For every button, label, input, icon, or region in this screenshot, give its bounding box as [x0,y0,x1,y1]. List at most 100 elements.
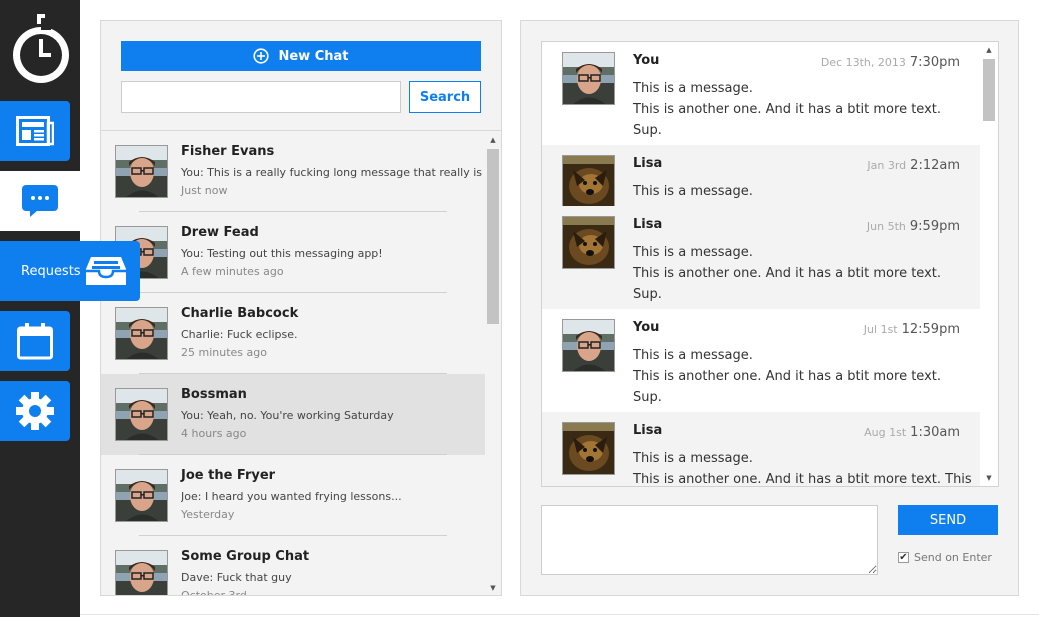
message-sender: You [633,320,660,335]
chat-list-item[interactable]: Bossman You: Yeah, no. You're working Sat… [101,374,485,455]
message-date: Jul 1st [863,323,898,336]
avatar [115,550,168,595]
avatar [562,319,615,372]
message-date: Aug 1st [864,426,907,439]
message-timestamp: Jun 5th 9:59pm [867,219,960,234]
message-text: Sup. [633,390,662,405]
news-icon [16,116,54,146]
message-text: This is another one. And it has a btit m… [633,472,972,486]
requests-label: Requests [21,263,81,279]
messaging-app: Requests New Chat Search Fisher Evans You… [0,0,1039,617]
chat-time: October 3rd [181,589,247,596]
message-body: This is a message. This is another one. A… [633,242,973,305]
scroll-down-arrow[interactable]: ▼ [485,583,501,593]
nav-requests-button[interactable]: Requests [0,241,140,301]
chat-name: Bossman [181,387,247,402]
chat-preview: Joe: I heard you wanted frying lessons..… [181,490,402,503]
avatar [115,307,168,360]
message: Lisa Jan 3rd 2:12am This is a message. [542,145,980,208]
send-button[interactable]: SEND [898,505,998,535]
nav-chat-button[interactable] [0,171,80,231]
chat-preview: You: Yeah, no. You're working Saturday [181,409,394,422]
inbox-tray-icon [86,257,126,285]
chat-bubble-icon [22,185,58,217]
send-on-enter-checkbox[interactable]: ✔ [898,552,909,563]
chat-list-item[interactable]: Charlie Babcock Charlie: Fuck eclipse. 25 … [101,293,485,374]
message-text: This is another one. And it has a btit m… [633,369,941,384]
message-date: Dec 13th, 2013 [820,56,906,69]
chat-name: Drew Fead [181,225,259,240]
scroll-down-arrow[interactable]: ▼ [980,473,998,483]
nav-news-button[interactable] [0,101,70,161]
scroll-up-arrow[interactable]: ▲ [980,45,998,55]
message-text: This is a message. [633,245,753,260]
send-on-enter-option[interactable]: ✔ Send on Enter [898,551,992,564]
search-input[interactable] [121,81,401,113]
divider [80,614,1039,615]
chat-list-item[interactable]: Some Group Chat Dave: Fuck that guy Octobe… [101,536,485,596]
new-chat-button[interactable]: New Chat [121,41,481,71]
message-text: This is a message. [633,184,753,199]
avatar [562,155,615,208]
calendar-icon [17,323,53,360]
chat-list-item[interactable]: Drew Fead You: Testing out this messaging… [101,212,485,293]
avatar [562,52,615,105]
message-sender: Lisa [633,156,663,171]
plus-circle-icon [253,48,270,64]
message-time: 12:59pm [901,322,960,337]
message-date: Jan 3rd [867,159,907,172]
chat-time: A few minutes ago [181,265,284,278]
nav-settings-button[interactable] [0,381,70,441]
send-on-enter-label: Send on Enter [914,551,992,564]
message-body: This is a message. [633,181,973,202]
chat-list: Fisher Evans You: This is a really fuckin… [101,131,485,596]
chat-name: Charlie Babcock [181,306,299,321]
message-list: You Dec 13th, 2013 7:30pm This is a message… [542,42,980,486]
avatar [115,388,168,441]
chat-time: Yesterday [181,508,235,521]
message-date: Jun 5th [866,220,906,233]
message-text: This is another one. And it has a btit m… [633,266,941,281]
message-history: You Dec 13th, 2013 7:30pm This is a message… [541,41,999,487]
gear-icon [16,392,54,430]
message-time: 2:12am [910,158,960,173]
message-timestamp: Jul 1st 12:59pm [864,322,960,337]
chat-time: 25 minutes ago [181,346,267,359]
message-text: Sup. [633,123,662,138]
chat-time: 4 hours ago [181,427,247,440]
message: Lisa Aug 1st 1:30am This is a message. This … [542,412,980,486]
chat-preview: You: This is a really fucking long messa… [181,166,483,179]
message-timestamp: Aug 1st 1:30am [864,425,960,440]
chat-list-scrollbar[interactable]: ▲ ▼ [485,133,501,595]
search-button[interactable]: Search [409,81,481,113]
left-nav-rail [0,0,80,617]
message-timestamp: Jan 3rd 2:12am [867,158,960,173]
chat-time: Just now [181,184,228,197]
chat-list-panel: New Chat Search Fisher Evans You: This is… [100,20,502,596]
conversation-panel: You Dec 13th, 2013 7:30pm This is a message… [520,20,1019,596]
chat-name: Fisher Evans [181,144,275,159]
nav-calendar-button[interactable] [0,311,70,371]
scroll-up-arrow[interactable]: ▲ [485,135,501,145]
chat-list-item[interactable]: Fisher Evans You: This is a really fuckin… [101,131,485,212]
message: Lisa Jun 5th 9:59pm This is a message. This … [542,206,980,309]
avatar [115,145,168,198]
message-compose-field[interactable] [541,505,878,575]
stopwatch-icon[interactable] [10,14,72,86]
message-body: This is a message. This is another one. A… [633,345,973,408]
message-timestamp: Dec 13th, 2013 7:30pm [821,55,960,70]
chat-list-item[interactable]: Joe the Fryer Joe: I heard you wanted fry… [101,455,485,536]
scroll-thumb[interactable] [983,59,995,121]
chat-preview: You: Testing out this messaging app! [181,247,383,260]
chat-preview: Dave: Fuck that guy [181,571,292,584]
new-chat-label: New Chat [278,48,349,64]
scroll-thumb[interactable] [487,149,499,324]
message-text: This is another one. And it has a btit m… [633,102,941,117]
messages-scrollbar[interactable]: ▲ ▼ [980,42,998,486]
message-sender: Lisa [633,423,663,438]
message: You Dec 13th, 2013 7:30pm This is a message… [542,42,980,145]
message-time: 9:59pm [909,219,960,234]
message-text: This is a message. [633,348,753,363]
message-sender: You [633,53,660,68]
message-body: This is a message. This is another one. A… [633,448,973,486]
